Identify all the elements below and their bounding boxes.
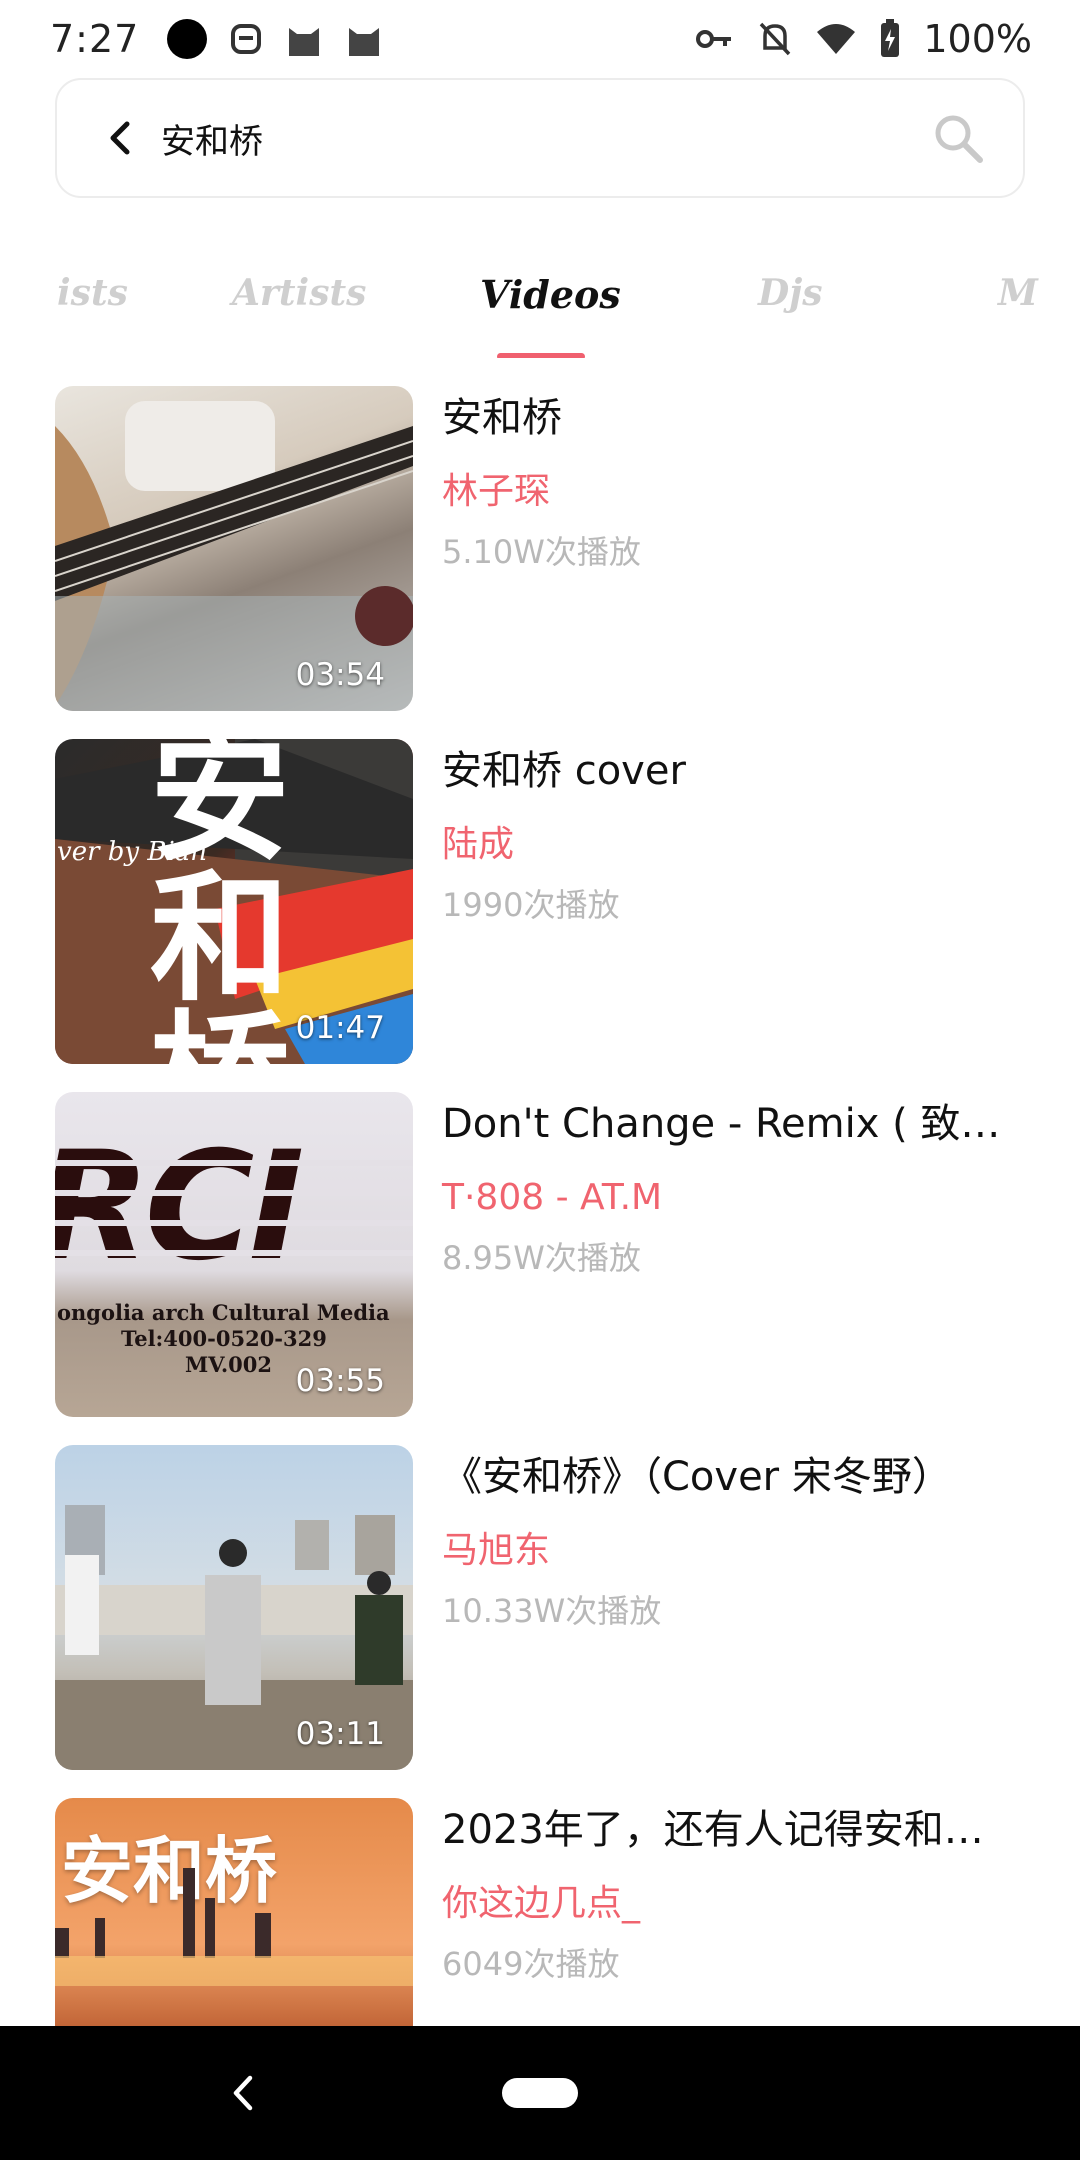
chevron-left-icon — [110, 121, 130, 155]
video-duration: 01:47 — [295, 1010, 385, 1046]
system-nav-bar — [0, 2026, 1080, 2160]
circle-notification-icon — [167, 19, 208, 59]
video-play-count: 10.33W次播放 — [442, 1592, 662, 1630]
search-bar[interactable]: 安和桥 — [55, 78, 1025, 198]
search-icon — [935, 115, 983, 163]
video-title: Don't Change - Remix ( 致敬… — [442, 1101, 1012, 1147]
tab-videos[interactable]: Videos — [480, 272, 621, 317]
video-play-count: 5.10W次播放 — [442, 533, 641, 571]
video-play-count: 1990次播放 — [442, 886, 620, 924]
video-thumbnail[interactable]: 03:54 — [55, 386, 413, 711]
video-play-count: 8.95W次播放 — [442, 1239, 641, 1277]
tab-more[interactable]: M — [998, 272, 1038, 314]
video-play-count: 6049次播放 — [442, 1945, 620, 1983]
tab-playlists[interactable]: ists — [57, 272, 128, 314]
video-title: 《安和桥》（Cover 宋冬野） — [442, 1454, 952, 1500]
video-thumbnail[interactable]: RCI ongolia arch Cultural Media Tel:400-… — [55, 1092, 413, 1417]
video-info: 安和桥 林子琛 5.10W次播放 — [442, 386, 1012, 572]
bell-off-icon — [760, 22, 791, 56]
battery-percent: 100% — [923, 17, 1032, 61]
video-artist[interactable]: 陆成 — [442, 823, 1012, 867]
list-item[interactable]: 安和桥 ver by Bian 01:47 安和桥 cover 陆成 1990次… — [0, 739, 1080, 1092]
thumb-caption: MV.002 — [185, 1352, 273, 1377]
list-item[interactable]: RCI ongolia arch Cultural Media Tel:400-… — [0, 1092, 1080, 1445]
nav-home-pill[interactable] — [502, 2078, 578, 2108]
tab-djs[interactable]: Djs — [758, 272, 823, 314]
back-button[interactable] — [97, 115, 143, 161]
video-info: Don't Change - Remix ( 致敬… T·808 - AT.M … — [442, 1092, 1012, 1278]
status-time: 7:27 — [50, 17, 140, 61]
thumb-caption: Tel:400-0520-329 — [121, 1326, 327, 1351]
status-right-icons: 100% — [695, 17, 1032, 61]
thumb-caption: ongolia arch Cultural Media — [57, 1300, 390, 1325]
video-artist[interactable]: 你这边几点_ — [442, 1882, 1012, 1926]
video-info: 2023年了，还有人记得安和… 你这边几点_ 6049次播放 — [442, 1798, 1012, 1984]
active-tab-indicator — [497, 353, 585, 358]
wifi-icon — [817, 24, 856, 54]
tab-artists[interactable]: Artists — [232, 272, 366, 314]
thumb-caption: ver by Bian — [57, 837, 208, 867]
video-thumbnail[interactable]: 安和桥 ver by Bian 01:47 — [55, 739, 413, 1064]
status-bar: 7:27 100% — [0, 0, 1080, 78]
video-title: 安和桥 — [442, 395, 562, 441]
nav-back-icon[interactable] — [220, 2070, 266, 2116]
category-tabs: ists Artists Videos Djs M — [0, 258, 1080, 358]
video-title: 2023年了，还有人记得安和… — [442, 1807, 984, 1853]
video-info: 《安和桥》（Cover 宋冬野） 马旭东 10.33W次播放 — [442, 1445, 1012, 1631]
video-info: 安和桥 cover 陆成 1990次播放 — [442, 739, 1012, 925]
cat-icon — [289, 28, 320, 56]
search-button[interactable] — [923, 103, 993, 173]
video-duration: 03:54 — [295, 657, 385, 693]
search-query[interactable]: 安和桥 — [161, 114, 923, 163]
video-thumbnail[interactable]: 03:11 — [55, 1445, 413, 1770]
face-icon — [231, 24, 262, 54]
video-duration: 03:55 — [295, 1363, 385, 1399]
video-duration: 03:11 — [295, 1716, 385, 1752]
video-artist[interactable]: 马旭东 — [442, 1529, 1012, 1573]
list-item[interactable]: 03:11 《安和桥》（Cover 宋冬野） 马旭东 10.33W次播放 — [0, 1445, 1080, 1798]
video-artist[interactable]: 林子琛 — [442, 470, 1012, 514]
video-list: 03:54 安和桥 林子琛 5.10W次播放 安和桥 ver by Bian 0… — [0, 386, 1080, 2151]
video-title: 安和桥 cover — [442, 748, 686, 794]
key-icon — [696, 30, 732, 48]
battery-charging-icon — [881, 19, 900, 57]
status-left-icons — [167, 19, 383, 59]
list-item[interactable]: 03:54 安和桥 林子琛 5.10W次播放 — [0, 386, 1080, 739]
cat-icon — [349, 28, 380, 56]
video-artist[interactable]: T·808 - AT.M — [442, 1176, 1012, 1220]
